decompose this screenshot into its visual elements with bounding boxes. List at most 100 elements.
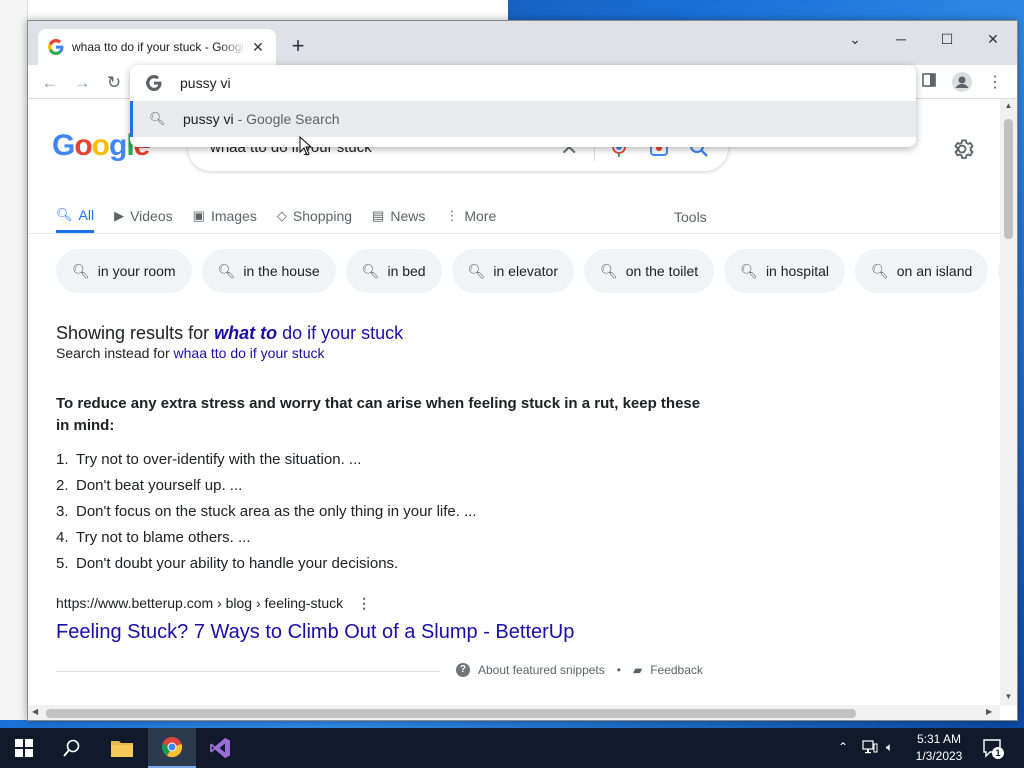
- visual-studio-icon: [210, 738, 230, 758]
- instead-prefix: Search instead for: [56, 345, 174, 361]
- reload-icon[interactable]: ↻: [102, 71, 126, 95]
- news-icon: ▤: [372, 208, 385, 223]
- search-instead: Search instead for whaa tto do if your s…: [56, 345, 324, 361]
- tools-button[interactable]: Tools: [674, 209, 707, 225]
- volume-icon[interactable]: 🔈︎: [886, 740, 893, 755]
- scroll-left-arrow-icon[interactable]: ◀: [32, 707, 38, 716]
- chip[interactable]: 🔍︎ on an island: [854, 249, 989, 293]
- system-clock[interactable]: 5:31 AM 1/3/2023: [908, 731, 970, 765]
- snippet-footer: ? About featured snippets • ▰ Feedback: [456, 663, 703, 677]
- chip-label: on the toilet: [625, 263, 699, 279]
- search-icon: 🔍︎: [72, 262, 90, 279]
- tab-images[interactable]: ▣ Images: [193, 199, 257, 233]
- showing-prefix: Showing results for: [56, 323, 215, 343]
- chip[interactable]: 🔍︎ in bed: [345, 249, 442, 293]
- video-icon: ▶: [114, 208, 125, 223]
- chrome-window: whaa tto do if your stuck - Google Searc…: [27, 20, 1018, 721]
- original-query-link[interactable]: whaa tto do if your stuck: [174, 345, 325, 361]
- vertical-scroll-thumb[interactable]: [1004, 119, 1013, 239]
- result-citation: https://www.betterup.com › blog › feelin…: [56, 595, 371, 612]
- omnibox-row: [130, 65, 916, 101]
- start-button[interactable]: [0, 728, 48, 768]
- horizontal-scroll-thumb[interactable]: [46, 709, 856, 718]
- search-icon: 🔍︎: [217, 262, 236, 279]
- omnibox-suggestion[interactable]: 🔍︎ pussy vi - Google Search: [130, 101, 916, 137]
- chip[interactable]: 🔍︎ in your room: [56, 249, 192, 293]
- browser-tab[interactable]: whaa tto do if your stuck - Google Searc…: [38, 29, 276, 65]
- citation-url: https://www.betterup.com › blog › feelin…: [56, 595, 344, 611]
- settings-gear-icon[interactable]: [952, 137, 976, 161]
- tab-videos[interactable]: ▶ Videos: [114, 199, 173, 233]
- list-item: 3. Don't focus on the stuck area as the o…: [56, 499, 477, 525]
- tab-news-label: News: [390, 208, 426, 224]
- menu-kebab-icon[interactable]: ⋮: [984, 72, 1006, 94]
- windows-logo-icon: [15, 739, 33, 757]
- visual-studio-button[interactable]: [196, 728, 244, 768]
- tab-videos-label: Videos: [130, 208, 173, 224]
- side-panel-icon[interactable]: [918, 72, 940, 94]
- chrome-taskbar-button[interactable]: [148, 728, 196, 768]
- search-icon: 🔍︎: [361, 262, 380, 279]
- corrected-rest: do if your stuck: [277, 323, 404, 343]
- minimize-button[interactable]: ─: [878, 25, 924, 53]
- tab-news[interactable]: ▤ News: [372, 199, 425, 233]
- tab-all[interactable]: 🔍︎ All: [56, 199, 95, 233]
- result-title-link[interactable]: Feeling Stuck? 7 Ways to Climb Out of a …: [56, 621, 574, 644]
- snippet-list: 1. Try not to over-identify with the situ…: [56, 447, 477, 577]
- suggestion-query: pussy vi: [183, 111, 234, 127]
- network-icon[interactable]: [862, 740, 878, 757]
- item-number: 2.: [56, 477, 69, 494]
- chip-label: in your room: [97, 263, 176, 279]
- clock-date: 1/3/2023: [915, 749, 963, 763]
- corrected-query-link[interactable]: what to do if your stuck: [214, 323, 403, 343]
- item-number: 4.: [56, 529, 69, 546]
- title-bar: whaa tto do if your stuck - Google Searc…: [28, 21, 1017, 65]
- search-icon: [63, 739, 80, 757]
- horizontal-scrollbar[interactable]: ◀ ▶: [28, 705, 1000, 720]
- chip-label: in elevator: [493, 263, 558, 279]
- new-tab-button[interactable]: +: [286, 35, 310, 59]
- scroll-right-arrow-icon[interactable]: ▶: [986, 707, 992, 716]
- kebab-icon: ⋮: [445, 208, 459, 223]
- chip[interactable]: 🔍︎ in hospital: [724, 249, 845, 293]
- chip[interactable]: 🔍︎ in the house: [201, 249, 336, 293]
- scroll-down-arrow-icon[interactable]: ▼: [1000, 692, 1017, 701]
- forward-arrow-icon[interactable]: →: [70, 71, 94, 95]
- folder-icon: [111, 741, 133, 757]
- chip[interactable]: 🔍︎ in elevator: [451, 249, 574, 293]
- feedback-icon: ▰: [632, 663, 643, 677]
- address-bar-input[interactable]: [180, 75, 780, 91]
- search-tabs: 🔍︎ All ▶ Videos ▣ Images ◇ Shopping ▤ News ⋮ M…: [56, 199, 516, 233]
- vertical-scrollbar[interactable]: ▲ ▼: [1000, 99, 1017, 706]
- about-snippets-link[interactable]: About featured snippets: [478, 663, 605, 677]
- corrected-term: what to: [214, 323, 278, 343]
- notification-count: 1: [992, 747, 1004, 759]
- chip[interactable]: 🔍︎ on the toilet: [583, 249, 715, 293]
- search-icon: 🔍︎: [599, 262, 618, 279]
- result-menu-icon[interactable]: ⋮: [357, 595, 371, 611]
- maximize-button[interactable]: ☐: [924, 25, 970, 53]
- tab-shopping-label: Shopping: [292, 208, 353, 224]
- list-item: 2. Don't beat yourself up. ...: [56, 473, 477, 499]
- notification-center-icon[interactable]: 1: [982, 738, 1004, 759]
- tab-shopping[interactable]: ◇ Shopping: [277, 199, 352, 233]
- close-window-button[interactable]: ✕: [970, 25, 1016, 53]
- profile-avatar-icon[interactable]: [951, 72, 973, 94]
- tab-all-label: All: [78, 206, 95, 223]
- tab-more[interactable]: ⋮ More: [445, 199, 496, 233]
- google-g-icon: [146, 75, 162, 91]
- item-number: 3.: [56, 503, 69, 520]
- tab-search-icon[interactable]: ⌄: [832, 25, 878, 53]
- scroll-up-arrow-icon[interactable]: ▲: [1000, 101, 1017, 110]
- item-text: Don't focus on the stuck area as the onl…: [76, 503, 477, 520]
- show-hidden-icons-icon[interactable]: ⌃: [838, 740, 848, 754]
- file-explorer-button[interactable]: [98, 728, 146, 768]
- suggestion-suffix: - Google Search: [237, 111, 340, 127]
- footer-bullet: •: [616, 663, 621, 677]
- close-tab-icon[interactable]: ✕: [250, 39, 266, 55]
- chip-label: in the house: [243, 263, 320, 279]
- feedback-link[interactable]: Feedback: [650, 663, 703, 677]
- taskbar: ⌃ 🔈︎ 5:31 AM 1/3/2023 1: [0, 728, 1024, 768]
- taskbar-search-button[interactable]: [48, 728, 96, 768]
- back-arrow-icon[interactable]: ←: [38, 71, 62, 95]
